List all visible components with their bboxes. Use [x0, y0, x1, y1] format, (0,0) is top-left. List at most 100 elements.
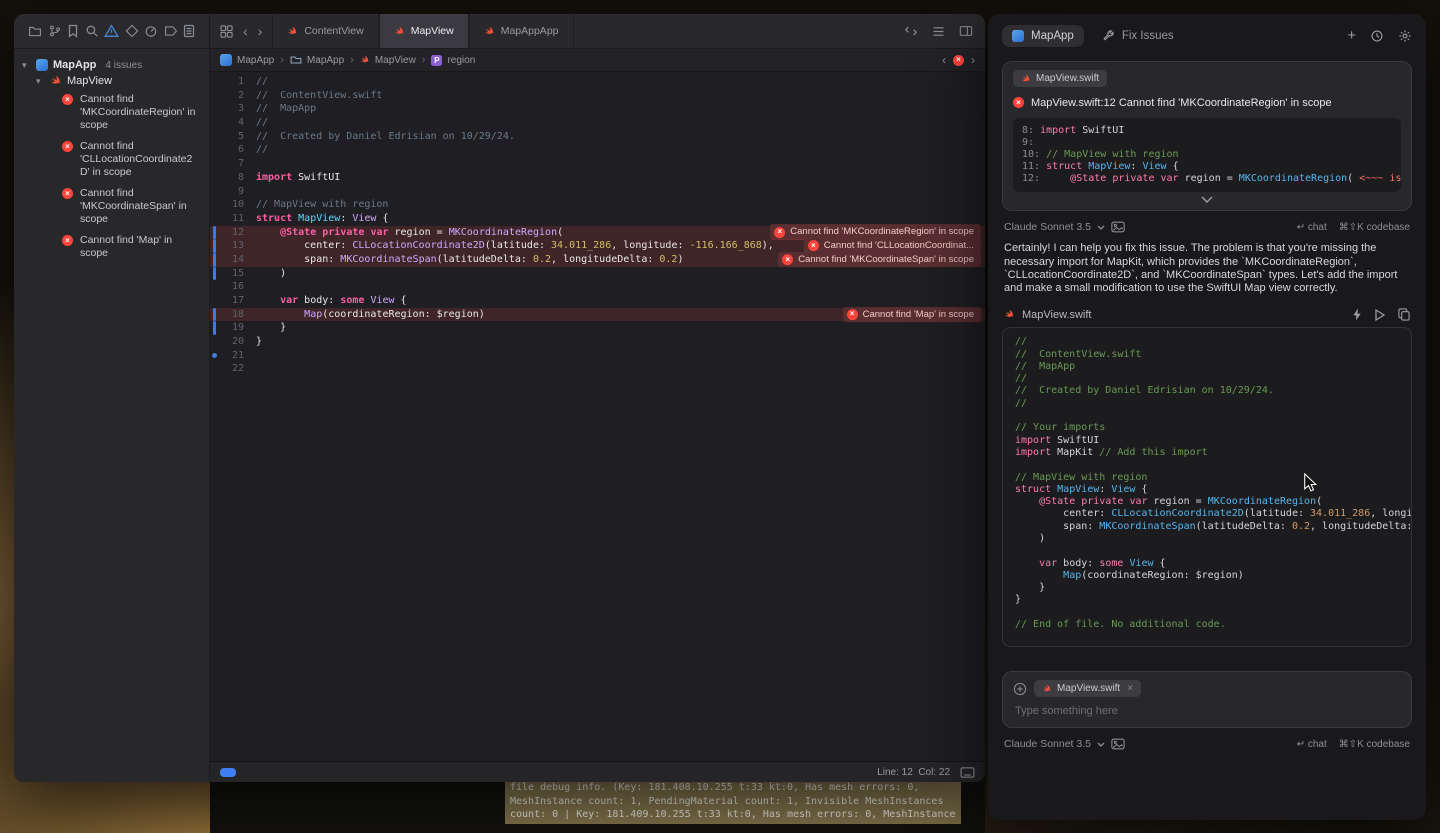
line-number[interactable]: 15 — [218, 267, 256, 281]
debug-navigator-icon[interactable] — [144, 24, 158, 38]
add-context-icon[interactable] — [1013, 682, 1027, 696]
code-line[interactable]: 15 ) — [210, 267, 985, 281]
model-selector[interactable]: Claude Sonnet 3.5 — [1004, 221, 1091, 233]
sidebar-item-project[interactable]: ▾ MapApp 4 issues — [14, 57, 209, 73]
gear-icon[interactable] — [1398, 29, 1412, 43]
line-number[interactable]: 16 — [218, 280, 256, 294]
code-line[interactable]: 14 span: MKCoordinateSpan(latitudeDelta:… — [210, 253, 985, 267]
code-line[interactable]: 22 — [210, 362, 985, 376]
line-number[interactable]: 19 — [218, 321, 256, 335]
tab-contentview[interactable]: ContentView — [272, 14, 378, 48]
line-number[interactable]: 14 — [218, 253, 256, 267]
split-editor-icon[interactable] — [959, 25, 973, 37]
chevron-down-icon[interactable] — [1097, 742, 1105, 747]
code-line[interactable]: 21 — [210, 349, 985, 363]
line-number[interactable]: 4 — [218, 116, 256, 130]
issue-navigator-icon[interactable] — [104, 24, 119, 38]
source-control-icon[interactable] — [48, 24, 62, 38]
line-number[interactable]: 11 — [218, 212, 256, 226]
line-number[interactable]: 2 — [218, 89, 256, 103]
line-number[interactable]: 22 — [218, 362, 256, 376]
code-line[interactable]: 7 — [210, 157, 985, 171]
chat-input[interactable] — [1013, 704, 1405, 718]
new-chat-icon[interactable]: + — [1347, 27, 1356, 44]
assistant-tab-fix-issues[interactable]: Fix Issues — [1092, 24, 1184, 47]
minimap-icon[interactable] — [932, 26, 945, 37]
copy-icon[interactable] — [1398, 308, 1410, 321]
prev-issue-icon[interactable]: ‹ — [942, 53, 946, 67]
code-line[interactable]: 18 Map(coordinateRegion: $region)×Cannot… — [210, 308, 985, 322]
code-line[interactable]: 19 } — [210, 321, 985, 335]
suggested-code-block[interactable]: //// ContentView.swift// MapApp//// Crea… — [1002, 327, 1412, 647]
line-number[interactable]: 6 — [218, 143, 256, 157]
tab-mapappapp[interactable]: MapAppApp — [469, 14, 574, 48]
code-line[interactable]: 10// MapView with region — [210, 198, 985, 212]
forward-icon[interactable]: › — [258, 24, 263, 38]
run-icon[interactable] — [1375, 309, 1385, 321]
code-line[interactable]: 8import SwiftUI — [210, 171, 985, 185]
model-selector[interactable]: Claude Sonnet 3.5 — [1004, 738, 1091, 750]
code-line[interactable]: 6// — [210, 143, 985, 157]
issue-item[interactable]: ×Cannot find 'MKCoordinateRegion' in sco… — [14, 89, 209, 136]
image-attach-icon[interactable] — [1111, 738, 1125, 750]
line-number[interactable]: 10 — [218, 198, 256, 212]
back-icon[interactable]: ‹ — [243, 24, 248, 38]
editor-grid-icon[interactable] — [220, 25, 233, 38]
remove-chip-icon[interactable]: × — [1127, 683, 1133, 694]
code-line[interactable]: 13 center: CLLocationCoordinate2D(latitu… — [210, 239, 985, 253]
tab-mapview[interactable]: MapView — [379, 14, 469, 48]
bookmarks-icon[interactable] — [67, 24, 79, 38]
line-number[interactable]: 20 — [218, 335, 256, 349]
inline-error-badge[interactable]: ×Cannot find 'Map' in scope — [843, 307, 981, 323]
breadcrumb-symbol[interactable]: Pregion — [431, 55, 475, 66]
line-number[interactable]: 1 — [218, 75, 256, 89]
project-navigator-icon[interactable] — [28, 24, 42, 38]
issue-item[interactable]: ×Cannot find 'Map' in scope — [14, 230, 209, 264]
assistant-tab-mapapp[interactable]: MapApp — [1002, 25, 1084, 47]
line-number[interactable]: 18 — [218, 308, 256, 322]
line-number[interactable]: 8 — [218, 171, 256, 185]
disclosure-triangle-icon[interactable]: ▾ — [22, 60, 31, 71]
breakpoint-navigator-icon[interactable] — [164, 25, 178, 37]
code-line[interactable]: 20} — [210, 335, 985, 349]
code-line[interactable]: 3// MapApp — [210, 102, 985, 116]
code-review-icon[interactable] — [904, 25, 918, 37]
apply-icon[interactable] — [1352, 308, 1362, 321]
codebase-shortcut[interactable]: ⌘⇧K codebase — [1339, 739, 1410, 750]
breadcrumb-group[interactable]: MapApp — [290, 55, 344, 66]
test-navigator-icon[interactable] — [125, 24, 139, 38]
line-number[interactable]: 17 — [218, 294, 256, 308]
line-number[interactable]: 12 — [218, 226, 256, 240]
code-line[interactable]: 4// — [210, 116, 985, 130]
line-number[interactable]: 3 — [218, 102, 256, 116]
sidebar-item-mapview[interactable]: ▾ MapView — [14, 73, 209, 89]
code-line[interactable]: 17 var body: some View { — [210, 294, 985, 308]
source-editor[interactable]: 1//2// ContentView.swift3// MapApp4//5//… — [210, 72, 985, 761]
keyboard-icon[interactable] — [960, 767, 975, 778]
expand-chevron-icon[interactable] — [1013, 192, 1401, 204]
image-attach-icon[interactable] — [1111, 221, 1125, 233]
history-icon[interactable] — [1370, 29, 1384, 43]
line-number[interactable]: 5 — [218, 130, 256, 144]
code-line[interactable]: 11struct MapView: View { — [210, 212, 985, 226]
line-number[interactable]: 9 — [218, 185, 256, 199]
chevron-down-icon[interactable] — [1097, 225, 1105, 230]
code-line[interactable]: 5// Created by Daniel Edrisian on 10/29/… — [210, 130, 985, 144]
find-icon[interactable] — [85, 24, 99, 38]
line-number[interactable]: 7 — [218, 157, 256, 171]
file-chip[interactable]: MapView.swift — [1013, 70, 1107, 87]
report-navigator-icon[interactable] — [183, 24, 195, 38]
code-line[interactable]: 16 — [210, 280, 985, 294]
code-line[interactable]: 12 @State private var region = MKCoordin… — [210, 226, 985, 240]
line-number[interactable]: 21 — [218, 349, 256, 363]
line-number[interactable]: 13 — [218, 239, 256, 253]
chat-shortcut[interactable]: ↵ chat — [1297, 222, 1327, 233]
inline-error-badge[interactable]: ×Cannot find 'MKCoordinateSpan' in scope — [778, 252, 981, 268]
scope-indicator[interactable] — [220, 768, 236, 777]
code-line[interactable]: 2// ContentView.swift — [210, 89, 985, 103]
chat-shortcut[interactable]: ↵ chat — [1297, 739, 1327, 750]
next-issue-icon[interactable]: › — [971, 53, 975, 67]
error-badge-icon[interactable]: × — [953, 55, 964, 66]
codebase-shortcut[interactable]: ⌘⇧K codebase — [1339, 222, 1410, 233]
code-line[interactable]: 1// — [210, 75, 985, 89]
